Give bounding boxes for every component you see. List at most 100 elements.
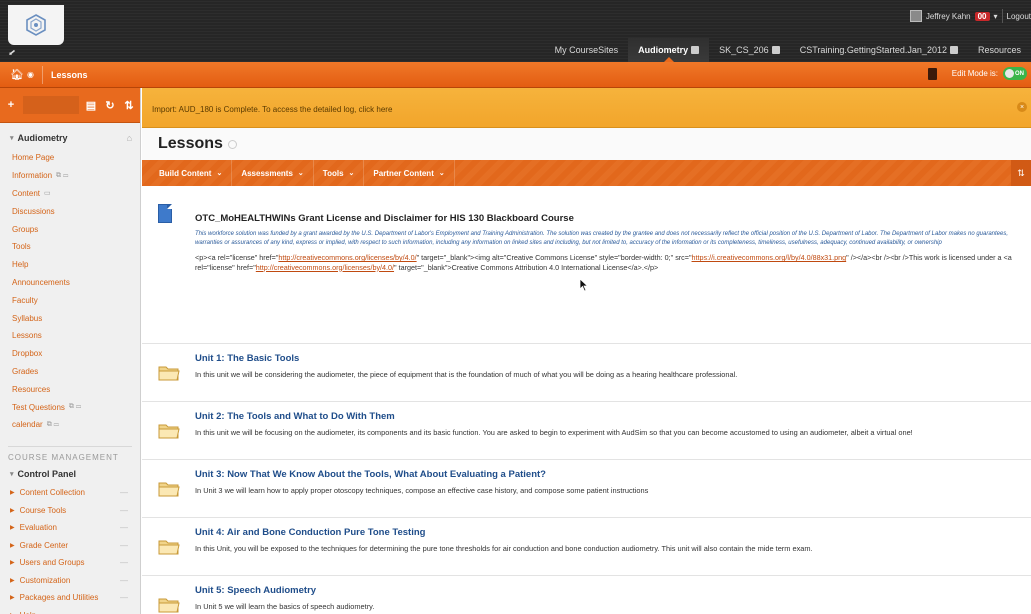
sidebar-item-faculty[interactable]: Faculty <box>0 291 140 309</box>
sidebar-item-home-page[interactable]: Home Page <box>0 149 140 167</box>
tab-resources[interactable]: Resources <box>968 38 1031 62</box>
expand-icon[interactable]: ▶ <box>10 489 15 496</box>
folder-icon <box>158 538 180 555</box>
sidebar-item-grades[interactable]: Grades <box>0 363 140 381</box>
content-list: OTC_MoHEALTHWINs Grant License and Discl… <box>142 186 1031 614</box>
menu-handle-icon[interactable]: — <box>120 593 128 602</box>
sidebar-item-help[interactable]: Help <box>0 256 140 274</box>
menu-handle-icon[interactable]: — <box>120 558 128 567</box>
options-icon[interactable] <box>227 139 237 149</box>
expand-icon[interactable]: ▶ <box>10 577 15 584</box>
help-icon[interactable] <box>927 67 937 80</box>
home-icon[interactable]: 🏠︎ <box>10 68 24 81</box>
sidebar-item-label: Test Questions <box>12 402 65 412</box>
sidebar-item-resources[interactable]: Resources <box>0 380 140 398</box>
control-panel-grade-center[interactable]: ▶ Grade Center — <box>0 536 140 554</box>
tab-my-coursesites[interactable]: My CourseSites <box>545 38 629 62</box>
sidebar-item-lessons[interactable]: Lessons <box>0 327 140 345</box>
course-title[interactable]: ▾ Audiometry ⌂ <box>0 127 140 149</box>
coursesites-logo[interactable] <box>8 5 64 45</box>
user-name[interactable]: Jeffrey Kahn <box>926 12 971 21</box>
control-panel-users-and-groups[interactable]: ▶ Users and Groups — <box>0 554 140 572</box>
folder-icon <box>158 364 180 381</box>
assessments-button[interactable]: Assessments ⌄ <box>232 160 314 186</box>
expand-arrow-icon[interactable]: ⬋ <box>8 48 15 57</box>
menu-handle-icon[interactable]: — <box>120 541 128 550</box>
collapse-icon[interactable]: ▾ <box>10 470 14 478</box>
reorder-icon[interactable]: ⇅ <box>122 98 136 112</box>
item-status-icon: ⧉ ▭ <box>46 420 59 428</box>
control-panel-customization[interactable]: ▶ Customization — <box>0 571 140 589</box>
unit-title-link[interactable]: Unit 3: Now That We Know About the Tools… <box>195 469 546 480</box>
divider <box>1001 9 1003 23</box>
tab-menu-icon[interactable] <box>949 46 958 54</box>
sort-icon[interactable]: ⇅ <box>1011 160 1031 186</box>
sidebar-item-label: Announcements <box>12 277 70 287</box>
item-title[interactable]: OTC_MoHEALTHWINs Grant License and Discl… <box>195 213 574 224</box>
sidebar-item-dropbox[interactable]: Dropbox <box>0 345 140 363</box>
add-menu-item-icon[interactable]: + <box>4 98 18 112</box>
expand-icon[interactable]: ▶ <box>10 559 15 566</box>
sidebar-item-syllabus[interactable]: Syllabus <box>0 309 140 327</box>
menu-handle-icon[interactable]: — <box>120 611 128 614</box>
close-icon[interactable]: × <box>1017 102 1027 112</box>
tab-sk-cs-206[interactable]: SK_CS_206 <box>709 38 790 62</box>
sidebar-item-tools[interactable]: Tools <box>0 238 140 256</box>
edit-mode-toggle[interactable]: ON <box>1003 67 1027 80</box>
expand-icon[interactable]: ▶ <box>10 507 15 514</box>
sidebar-item-calendar[interactable]: calendar ⧉ ▭ <box>0 416 140 434</box>
partner-content-button[interactable]: Partner Content ⌄ <box>364 160 455 186</box>
image-link[interactable]: https://i.creativecommons.org/l/by/4.0/8… <box>692 253 847 262</box>
sidebar-item-groups[interactable]: Groups <box>0 220 140 238</box>
chevron-down-icon: ⌄ <box>348 170 355 177</box>
control-panel-evaluation[interactable]: ▶ Evaluation — <box>0 519 140 537</box>
control-panel-items: ▶ Content Collection — ▶ Course Tools — ▶ Evalu… <box>0 484 140 614</box>
notice-text[interactable]: Import: AUD_180 is Complete. To access t… <box>152 105 392 114</box>
unit-title-link[interactable]: Unit 4: Air and Bone Conduction Pure Ton… <box>195 527 425 538</box>
sidebar-item-information[interactable]: Information ⧉ ▭ <box>0 167 140 185</box>
build-content-button[interactable]: Build Content ⌄ <box>150 160 233 186</box>
expand-icon[interactable]: ▶ <box>10 542 15 549</box>
license-link[interactable]: http://creativecommons.org/licenses/by/4… <box>256 263 394 272</box>
collapse-icon[interactable]: ▾ <box>10 134 14 142</box>
expand-icon[interactable]: ▶ <box>10 594 15 601</box>
tab-label: CSTraining.GettingStarted.Jan_2012 <box>799 45 947 55</box>
chevron-down-icon[interactable]: ▾ <box>994 12 998 21</box>
tools-button[interactable]: Tools ⌄ <box>314 160 365 186</box>
unit-title-link[interactable]: Unit 2: The Tools and What to Do With Th… <box>195 411 395 422</box>
menu-handle-icon[interactable]: — <box>120 523 128 532</box>
tab-menu-icon[interactable] <box>771 46 780 54</box>
unit-title-link[interactable]: Unit 5: Speech Audiometry <box>195 585 316 596</box>
menu-handle-icon[interactable]: — <box>120 506 128 515</box>
sidebar-item-announcements[interactable]: Announcements <box>0 274 140 292</box>
menu-handle-icon[interactable]: — <box>120 576 128 585</box>
breadcrumb-menu-icon[interactable]: ◉ <box>27 70 34 79</box>
list-item: Unit 2: The Tools and What to Do With Th… <box>142 402 1031 460</box>
sidebar-item-label: Syllabus <box>12 313 43 323</box>
expand-icon[interactable]: ▶ <box>10 524 15 531</box>
unit-title-link[interactable]: Unit 1: The Basic Tools <box>195 353 299 364</box>
tab-label: Audiometry <box>638 45 689 55</box>
refresh-icon[interactable]: ↻ <box>103 98 117 112</box>
breadcrumb-current[interactable]: Lessons <box>51 70 88 80</box>
control-panel-help[interactable]: ▶Help— <box>0 606 140 614</box>
unit-description: In this unit we will be focusing on the … <box>195 428 913 437</box>
tab-menu-icon[interactable] <box>691 46 700 54</box>
tab-label: Resources <box>977 45 1021 55</box>
sidebar-item-content[interactable]: Content ▭ <box>0 185 140 203</box>
control-panel-packages-and-utilities[interactable]: ▶ Packages and Utilities — <box>0 589 140 607</box>
control-panel-content-collection[interactable]: ▶ Content Collection — <box>0 484 140 502</box>
license-link[interactable]: http://creativecommons.org/licenses/by/4… <box>278 253 416 262</box>
menu-handle-icon[interactable]: — <box>120 488 128 497</box>
control-panel[interactable]: ▾ Control Panel <box>0 464 140 484</box>
folder-view-icon[interactable]: ▤ <box>84 98 98 112</box>
control-panel-course-tools[interactable]: ▶ Course Tools — <box>0 501 140 519</box>
notification-badge[interactable]: 00 <box>974 11 990 21</box>
avatar[interactable] <box>909 10 922 22</box>
sidebar-item-test-questions[interactable]: Test Questions ⧉ ▭ <box>0 398 140 416</box>
tab-cstraining-gettingstarted-jan-2012[interactable]: CSTraining.GettingStarted.Jan_2012 <box>790 38 968 62</box>
home-icon[interactable]: ⌂ <box>127 133 132 143</box>
logout-link[interactable]: Logout <box>1007 12 1031 21</box>
sidebar-item-discussions[interactable]: Discussions <box>0 202 140 220</box>
tab-audiometry[interactable]: Audiometry <box>628 38 710 62</box>
